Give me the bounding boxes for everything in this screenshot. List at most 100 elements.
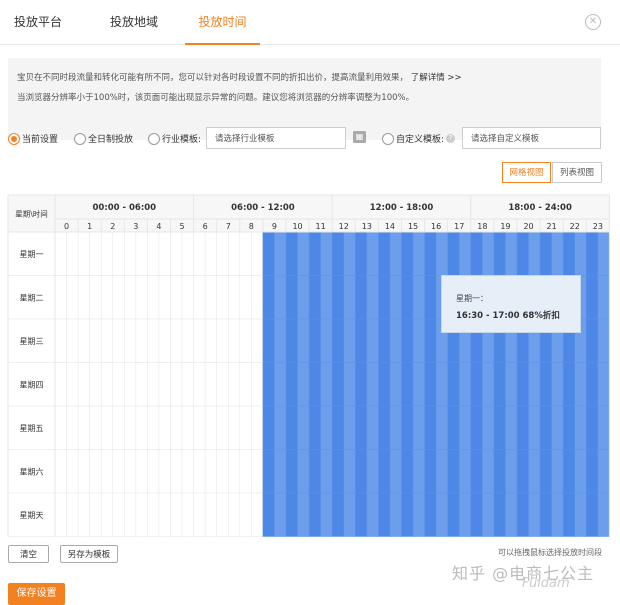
schedule-cell[interactable] (158, 492, 171, 537)
schedule-cell[interactable] (343, 492, 356, 537)
schedule-cell[interactable] (112, 492, 125, 537)
schedule-cell[interactable] (447, 492, 460, 537)
schedule-cell[interactable] (77, 492, 90, 537)
schedule-cell[interactable] (539, 492, 552, 537)
schedule-cell[interactable] (308, 231, 321, 276)
schedule-cell[interactable] (320, 492, 333, 537)
schedule-cell[interactable] (77, 449, 90, 494)
schedule-cell[interactable] (239, 492, 252, 537)
schedule-cell[interactable] (389, 362, 402, 407)
schedule-cell[interactable] (366, 449, 379, 494)
schedule-cell[interactable] (170, 492, 183, 537)
schedule-cell[interactable] (459, 362, 472, 407)
schedule-cell[interactable] (170, 231, 183, 276)
schedule-cell[interactable] (401, 231, 414, 276)
schedule-cell[interactable] (308, 405, 321, 450)
schedule-cell[interactable] (493, 362, 506, 407)
schedule-cell[interactable] (135, 362, 148, 407)
schedule-cell[interactable] (389, 318, 402, 363)
schedule-cell[interactable] (124, 405, 137, 450)
schedule-cell[interactable] (355, 405, 368, 450)
schedule-cell[interactable] (482, 492, 495, 537)
schedule-cell[interactable] (562, 449, 576, 494)
schedule-cell[interactable] (274, 231, 287, 276)
schedule-cell[interactable] (66, 492, 79, 537)
schedule-cell[interactable] (170, 449, 183, 494)
save-settings-button[interactable]: 保存设置 (8, 583, 65, 605)
schedule-cell[interactable] (66, 362, 79, 407)
schedule-cell[interactable] (459, 231, 472, 276)
schedule-cell[interactable] (112, 275, 125, 320)
schedule-cell[interactable] (285, 492, 298, 537)
schedule-cell[interactable] (216, 405, 229, 450)
schedule-cell[interactable] (89, 275, 102, 320)
schedule-cell[interactable] (320, 231, 333, 276)
schedule-cell[interactable] (100, 275, 113, 320)
schedule-cell[interactable] (586, 231, 599, 276)
schedule-cell[interactable] (66, 405, 79, 450)
schedule-cell[interactable] (124, 492, 137, 537)
schedule-cell[interactable] (251, 318, 264, 363)
schedule-cell[interactable] (100, 318, 113, 363)
schedule-cell[interactable] (204, 405, 217, 450)
schedule-cell[interactable] (297, 231, 310, 276)
schedule-cell[interactable] (239, 405, 252, 450)
schedule-cell[interactable] (482, 449, 495, 494)
schedule-cell[interactable] (77, 318, 90, 363)
schedule-cell[interactable] (320, 318, 333, 363)
schedule-cell[interactable] (285, 231, 298, 276)
schedule-cell[interactable] (516, 405, 529, 450)
schedule-cell[interactable] (193, 231, 206, 276)
schedule-cell[interactable] (89, 318, 102, 363)
save-as-template-button[interactable]: 另存为模板 (60, 545, 118, 563)
schedule-cell[interactable] (355, 492, 368, 537)
schedule-cell[interactable] (228, 362, 241, 407)
schedule-cell[interactable] (239, 318, 252, 363)
schedule-cell[interactable] (228, 405, 241, 450)
schedule-cell[interactable] (112, 318, 125, 363)
schedule-cell[interactable] (170, 362, 183, 407)
schedule-cell[interactable] (586, 405, 599, 450)
schedule-cell[interactable] (401, 362, 414, 407)
schedule-cell[interactable] (366, 405, 379, 450)
schedule-cell[interactable] (274, 449, 287, 494)
schedule-cell[interactable] (170, 318, 183, 363)
schedule-cell[interactable] (308, 362, 321, 407)
schedule-cell[interactable] (135, 405, 148, 450)
schedule-cell[interactable] (170, 405, 183, 450)
schedule-cell[interactable] (366, 318, 379, 363)
schedule-cell[interactable] (528, 231, 541, 276)
schedule-cell[interactable] (89, 405, 102, 450)
schedule-cell[interactable] (412, 275, 425, 320)
schedule-cell[interactable] (412, 492, 425, 537)
schedule-cell[interactable] (482, 362, 495, 407)
schedule-cell[interactable] (366, 231, 379, 276)
schedule-cell[interactable] (435, 362, 448, 407)
schedule-cell[interactable] (539, 449, 552, 494)
schedule-cell[interactable] (424, 362, 437, 407)
schedule-cell[interactable] (308, 318, 321, 363)
schedule-cell[interactable] (297, 405, 310, 450)
schedule-cell[interactable] (181, 231, 194, 276)
schedule-cell[interactable] (193, 449, 206, 494)
schedule-cell[interactable] (343, 318, 356, 363)
schedule-cell[interactable] (285, 275, 298, 320)
schedule-cell[interactable] (401, 318, 414, 363)
schedule-cell[interactable] (228, 231, 241, 276)
schedule-cell[interactable] (401, 449, 414, 494)
schedule-cell[interactable] (343, 449, 356, 494)
schedule-cell[interactable] (355, 231, 368, 276)
schedule-cell[interactable] (228, 318, 241, 363)
schedule-cell[interactable] (251, 275, 264, 320)
schedule-cell[interactable] (77, 362, 90, 407)
schedule-cell[interactable] (355, 318, 368, 363)
schedule-cell[interactable] (435, 405, 448, 450)
schedule-cell[interactable] (493, 492, 506, 537)
schedule-cell[interactable] (528, 492, 541, 537)
schedule-cell[interactable] (447, 449, 460, 494)
schedule-cell[interactable] (135, 492, 148, 537)
schedule-cell[interactable] (100, 231, 113, 276)
schedule-cell[interactable] (424, 231, 437, 276)
schedule-cell[interactable] (297, 449, 310, 494)
schedule-cell[interactable] (308, 449, 321, 494)
